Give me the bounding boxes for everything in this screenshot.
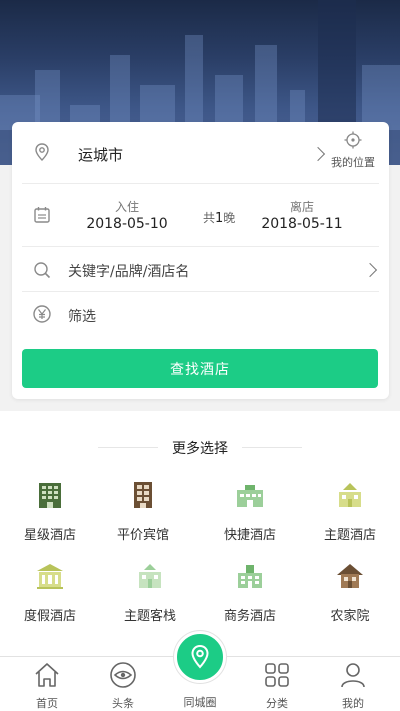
theme-inn-icon (139, 564, 161, 588)
my-location-label: 我的位置 (331, 156, 375, 169)
search-hotel-button[interactable]: 查找酒店 (22, 349, 378, 388)
tab-label: 头条 (112, 697, 134, 710)
home-icon (35, 663, 59, 687)
crosshair-icon (344, 131, 362, 149)
tab-label: 首页 (36, 697, 58, 710)
star-hotel-icon (39, 483, 61, 508)
tab-nearby-circle[interactable] (174, 631, 226, 683)
budget-hotel-icon (134, 482, 152, 508)
tab-mine[interactable]: 我的 (313, 657, 393, 711)
date-row[interactable]: 入住 2018-05-10 共1晚 离店 2018-05-11 (22, 184, 379, 247)
category-theme-hotel[interactable]: 主题酒店 (300, 480, 400, 543)
keyword-input[interactable]: 关键字/品牌/酒店名 (68, 261, 189, 281)
hotel-search-card: 运城市 我的位置 入住 2018-05-10 共1晚 离店 2018-05-11… (12, 122, 389, 399)
category-label: 度假酒店 (23, 609, 76, 624)
checkin-label: 入住 (114, 200, 139, 214)
city-name: 运城市 (78, 146, 124, 164)
tab-home[interactable]: 首页 (7, 657, 87, 711)
checkin-date[interactable]: 2018-05-10 (72, 216, 182, 232)
category-label: 快捷酒店 (223, 528, 276, 543)
city-row[interactable]: 运城市 我的位置 (22, 122, 379, 184)
yen-icon (33, 305, 51, 323)
checkout-date[interactable]: 2018-05-11 (247, 216, 357, 232)
category-label: 平价宾馆 (116, 528, 169, 543)
more-options-title: 更多选择 (172, 441, 228, 457)
express-hotel-icon (237, 485, 263, 507)
my-location-button[interactable]: 我的位置 (327, 131, 379, 170)
more-options-section: 更多选择 星级酒店 平价宾馆 快捷酒店 主题酒店 度假酒店 主题客栈 商务酒店 … (0, 411, 400, 656)
tab-label: 我的 (342, 697, 364, 710)
tab-headlines[interactable]: 头条 (83, 657, 163, 711)
farmhouse-icon (337, 564, 363, 588)
category-theme-inn[interactable]: 主题客栈 (100, 561, 200, 624)
calendar-icon (34, 207, 50, 223)
category-label: 商务酒店 (223, 609, 276, 624)
chevron-right-icon (362, 262, 378, 278)
category-label: 主题客栈 (123, 609, 176, 624)
category-resort-hotel[interactable]: 度假酒店 (0, 561, 100, 624)
location-pin-icon (35, 143, 49, 161)
category-express-hotel[interactable]: 快捷酒店 (200, 480, 300, 543)
divider (242, 447, 302, 448)
filter-row[interactable]: 筛选 (22, 292, 379, 337)
category-farmhouse[interactable]: 农家院 (300, 561, 400, 624)
checkout-label: 离店 (289, 200, 314, 214)
category-budget-hotel[interactable]: 平价宾馆 (93, 480, 193, 543)
tab-label: 分类 (266, 697, 288, 710)
chevron-right-icon (310, 146, 326, 162)
tab-categories[interactable]: 分类 (237, 657, 317, 711)
nights-count: 共1晚 (203, 209, 235, 226)
category-label: 农家院 (330, 609, 370, 624)
category-label: 星级酒店 (23, 528, 76, 543)
search-icon (34, 262, 51, 279)
location-pin-icon (191, 644, 209, 669)
nights-suffix: 晚 (223, 211, 236, 225)
category-business-hotel[interactable]: 商务酒店 (200, 561, 300, 624)
tab-label: 同城圈 (183, 696, 217, 709)
grid-icon (265, 663, 289, 687)
resort-hotel-icon (37, 564, 63, 589)
category-star-hotel[interactable]: 星级酒店 (0, 480, 100, 543)
theme-hotel-icon (339, 483, 361, 507)
filter-label: 筛选 (68, 309, 96, 325)
business-hotel-icon (238, 565, 262, 588)
nights-prefix: 共 (203, 211, 216, 225)
keyword-row[interactable]: 关键字/品牌/酒店名 (22, 247, 379, 292)
category-label: 主题酒店 (323, 528, 376, 543)
eye-icon (110, 662, 136, 688)
user-icon (341, 663, 365, 688)
